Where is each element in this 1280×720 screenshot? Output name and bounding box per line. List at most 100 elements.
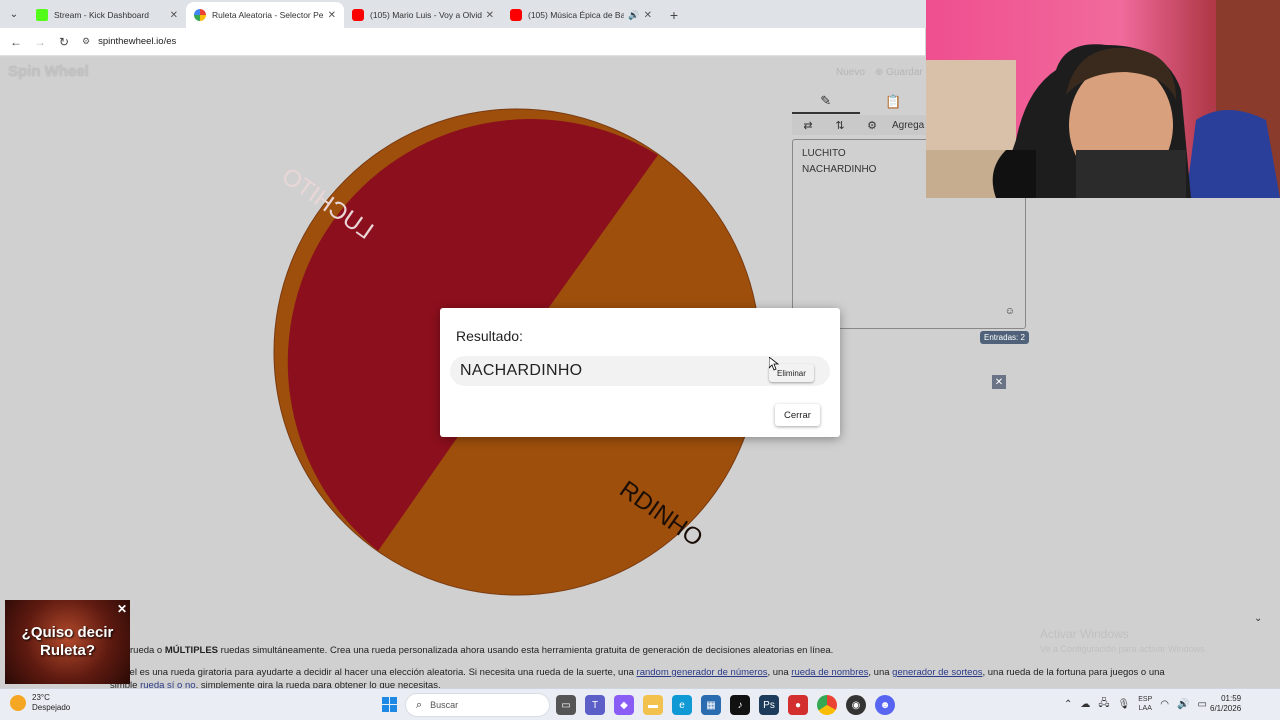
description-line: rueda o MÚLTIPLES ruedas simultáneamente… [130,645,833,656]
red-app-icon[interactable]: ● [788,695,808,715]
name-wheel-link[interactable]: rueda de nombres [791,667,868,678]
streamer-webcam-image [926,0,1280,198]
tab-search-icon[interactable]: ⌄ [0,0,28,28]
language-line: LAA [1138,705,1152,712]
description-line: Wheel es una rueda giratoria para ayudar… [110,667,1165,678]
new-wheel-button[interactable]: Nuevo [836,67,865,78]
description-text: , simplemente gira la rueda para obtener… [195,680,441,688]
emoji-icon[interactable]: ☺ [1005,304,1015,320]
tab-results[interactable]: 📋 [860,90,928,114]
top-actions: Nuevo ⊕ Guardar [836,67,923,78]
system-tray: ⌃ ☁ 🖧 🎙 ESP LAA ◠ 🔊 ▭ [1064,695,1207,713]
windows-start-icon[interactable] [382,697,397,712]
close-button[interactable]: Cerrar [775,404,820,426]
url-text: spinthewheel.io/es [98,36,177,47]
copilot-icon[interactable]: ◆ [614,695,634,715]
microphone-icon[interactable]: 🎙 [1118,699,1131,710]
weather-condition: Despejado [32,703,71,712]
task-view-icon[interactable]: ▭ [556,695,576,715]
tab-title: (105) Música Épica de Batal [528,10,625,20]
chevron-up-icon[interactable]: ⌃ [1064,699,1072,710]
new-tab-button[interactable]: + [660,2,688,28]
network-icon[interactable]: 🖧 [1098,696,1109,713]
watermark-subtitle: Ve a Configuración para activar Windows. [1040,644,1208,654]
tab-edit-entries[interactable]: ✎ [792,90,860,114]
youtube-favicon-icon [510,9,522,21]
dialog-title: Resultado: [456,328,523,344]
close-tab-icon[interactable]: ✕ [328,10,336,21]
kick-favicon-icon [36,9,48,21]
chrome-icon[interactable] [817,695,837,715]
webcam-overlay [926,0,1280,198]
random-number-link[interactable]: random generador de números [637,667,768,678]
taskbar-search[interactable]: ⌕ Buscar [405,693,550,717]
sort-icon[interactable]: ⇅ [824,119,856,132]
reload-icon[interactable]: ↻ [52,35,76,49]
site-logo[interactable]: Spin Wheel [8,63,89,80]
windows-activation-watermark: Activar Windows Ve a Configuración para … [1040,627,1207,654]
windows-taskbar: 23°C Despejado ⌕ Buscar ▭ T ◆ ▬ e ▦ ♪ Ps… [0,688,1280,720]
description-text: , una [868,667,893,678]
weather-text: 23°C Despejado [32,693,70,713]
mouse-cursor-icon [769,357,779,371]
pencil-icon: ✎ [820,93,832,108]
description-text: , una [767,667,792,678]
watermark-title: Activar Windows [1040,627,1129,641]
result-dialog: Resultado: NACHARDINHO Eliminar Cerrar [440,308,840,437]
roulette-ad[interactable]: ✕ ¿Quiso decir Ruleta? [5,600,130,684]
clock-date: 6/1/2026 [1210,704,1242,713]
file-explorer-icon[interactable]: ▬ [643,695,663,715]
close-tab-icon[interactable]: ✕ [486,10,494,21]
edge-icon[interactable]: e [672,695,692,715]
close-tab-icon[interactable]: ✕ [170,10,178,21]
ad-line: Ruleta? [39,642,95,659]
raffle-generator-link[interactable]: generador de sorteos [892,667,982,678]
teams-icon[interactable]: T [585,695,605,715]
description-text: , una rueda de la fortuna para juegos o … [982,667,1165,678]
volume-icon[interactable]: 🔊 [1177,699,1189,710]
forward-arrow-icon[interactable]: → [28,35,52,49]
save-wheel-button[interactable]: ⊕ Guardar [875,67,923,78]
store-icon[interactable]: ▦ [701,695,721,715]
tab-title: (105) Mario Luis - Voy a Olvidar [370,10,482,20]
tab-kick-dashboard[interactable]: Stream - Kick Dashboard ✕ [28,2,186,28]
close-icon[interactable]: ✕ [117,602,127,616]
ad-line: ¿Quiso decir [21,624,114,641]
back-arrow-icon[interactable]: ← [4,35,28,49]
description-text: Wheel es una rueda giratoria para ayudar… [110,667,637,678]
weather-widget[interactable]: 23°C Despejado [10,693,70,713]
ad-text: ¿Quiso decir Ruleta? [5,624,130,660]
url-field[interactable]: ⚙ spinthewheel.io/es [82,36,176,47]
tab-youtube-musica-epica[interactable]: (105) Música Épica de Batal 🔊 ✕ [502,2,660,28]
battery-icon[interactable]: ▭ [1197,699,1206,710]
site-info-icon[interactable]: ⚙ [82,36,90,47]
tab-ruleta-aleatoria[interactable]: Ruleta Aleatoria - Selector Pers ✕ [186,2,344,28]
wifi-icon[interactable]: ◠ [1160,699,1169,710]
description-text: ruedas simultáneamente. Crea una rueda p… [218,645,834,656]
clock-time: 01:59 [1221,694,1242,703]
description-bold: MÚLTIPLES [164,645,219,656]
close-tab-icon[interactable]: ✕ [644,10,652,21]
add-image-button[interactable]: Agrega [892,120,924,131]
entries-count-badge: Entradas: 2 [980,331,1029,344]
shuffle-icon[interactable]: ⇄ [792,119,824,132]
obs-icon[interactable]: ◉ [846,695,866,715]
yes-no-wheel-link[interactable]: rueda sí o no [140,680,195,688]
description-line: simple rueda sí o no, simplemente gira l… [110,680,441,688]
temperature: 23°C [32,693,50,702]
tiktok-icon[interactable]: ♪ [730,695,750,715]
sidebar-tabs: ✎ 📋 [792,90,927,114]
onedrive-icon[interactable]: ☁ [1080,699,1090,710]
tab-youtube-mario-luis[interactable]: (105) Mario Luis - Voy a Olvidar ✕ [344,2,502,28]
photoshop-icon[interactable]: Ps [759,695,779,715]
close-icon[interactable]: ✕ [992,375,1006,389]
tab-title: Ruleta Aleatoria - Selector Pers [212,10,324,20]
language-indicator[interactable]: ESP LAA [1138,695,1152,713]
search-icon: ⌕ [416,698,423,711]
discord-icon[interactable]: ☻ [875,695,895,715]
system-clock[interactable]: 01:59 6/1/2026 [1210,694,1241,714]
sun-icon [10,695,26,711]
speaker-icon[interactable]: 🔊 [628,10,639,21]
settings-icon[interactable]: ⚙ [856,119,888,132]
chevron-down-icon[interactable]: ⌄ [1254,613,1262,624]
